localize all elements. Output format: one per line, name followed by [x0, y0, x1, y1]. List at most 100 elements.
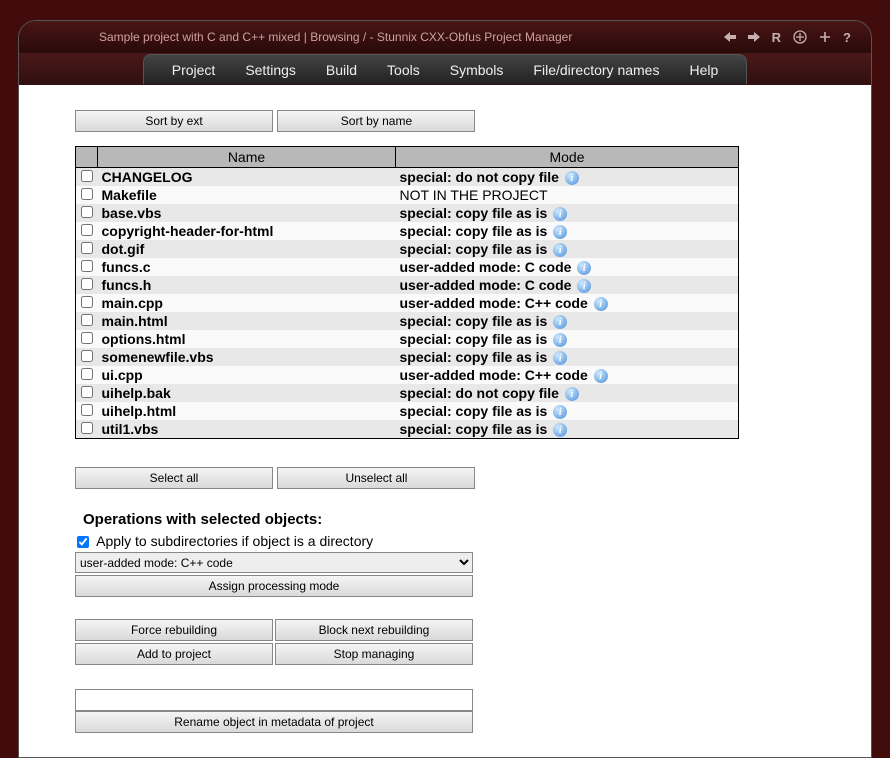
- info-icon[interactable]: i: [594, 369, 608, 383]
- info-icon[interactable]: i: [565, 171, 579, 185]
- table-row: MakefileNOT IN THE PROJECT: [76, 186, 739, 204]
- row-checkbox[interactable]: [81, 206, 93, 218]
- info-icon[interactable]: i: [553, 405, 567, 419]
- file-table: Name Mode CHANGELOGspecial: do not copy …: [75, 146, 739, 439]
- file-mode: special: do not copy file i: [396, 384, 739, 402]
- col-mode: Mode: [396, 147, 739, 168]
- info-icon[interactable]: i: [565, 387, 579, 401]
- info-icon[interactable]: i: [577, 261, 591, 275]
- assign-mode-button[interactable]: Assign processing mode: [75, 575, 473, 597]
- file-name: uihelp.html: [98, 402, 396, 420]
- menu-help[interactable]: Help: [689, 62, 718, 78]
- add-circle-icon[interactable]: [793, 30, 807, 44]
- forward-icon[interactable]: [748, 32, 760, 42]
- apply-subdirs-row: Apply to subdirectories if object is a d…: [75, 533, 815, 549]
- file-mode: special: copy file as is i: [396, 204, 739, 222]
- table-row: uihelp.bakspecial: do not copy file i: [76, 384, 739, 402]
- file-mode: user-added mode: C++ code i: [396, 366, 739, 384]
- row-checkbox[interactable]: [81, 188, 93, 200]
- rename-button[interactable]: Rename object in metadata of project: [75, 711, 473, 733]
- row-checkbox[interactable]: [81, 314, 93, 326]
- file-mode-text: special: copy file as is: [400, 241, 548, 257]
- row-checkbox[interactable]: [81, 386, 93, 398]
- menu-symbols[interactable]: Symbols: [450, 62, 504, 78]
- menu-build[interactable]: Build: [326, 62, 357, 78]
- info-icon[interactable]: i: [553, 243, 567, 257]
- file-mode-text: special: copy file as is: [400, 331, 548, 347]
- file-mode: special: copy file as is i: [396, 402, 739, 420]
- row-checkbox[interactable]: [81, 350, 93, 362]
- rename-input[interactable]: [75, 689, 473, 711]
- file-name: dot.gif: [98, 240, 396, 258]
- table-row: util1.vbsspecial: copy file as is i: [76, 420, 739, 439]
- row-checkbox[interactable]: [81, 368, 93, 380]
- table-row: funcs.cuser-added mode: C code i: [76, 258, 739, 276]
- file-mode-text: special: copy file as is: [400, 205, 548, 221]
- info-icon[interactable]: i: [553, 207, 567, 221]
- row-checkbox[interactable]: [81, 422, 93, 434]
- row-checkbox[interactable]: [81, 404, 93, 416]
- row-checkbox[interactable]: [81, 296, 93, 308]
- row-checkbox[interactable]: [81, 242, 93, 254]
- file-name: util1.vbs: [98, 420, 396, 439]
- file-name: main.cpp: [98, 294, 396, 312]
- info-icon[interactable]: i: [577, 279, 591, 293]
- table-row: base.vbsspecial: copy file as is i: [76, 204, 739, 222]
- apply-subdirs-label: Apply to subdirectories if object is a d…: [96, 533, 373, 549]
- file-name: funcs.c: [98, 258, 396, 276]
- col-checkbox: [76, 147, 98, 168]
- titlebar-controls: R ?: [724, 30, 851, 45]
- help-icon[interactable]: ?: [843, 30, 851, 45]
- row-checkbox[interactable]: [81, 278, 93, 290]
- row-checkbox[interactable]: [81, 224, 93, 236]
- file-mode: special: copy file as is i: [396, 222, 739, 240]
- file-mode: special: copy file as is i: [396, 330, 739, 348]
- info-icon[interactable]: i: [553, 351, 567, 365]
- reload-icon[interactable]: R: [772, 30, 781, 45]
- force-rebuilding-button[interactable]: Force rebuilding: [75, 619, 273, 641]
- apply-subdirs-checkbox[interactable]: [77, 536, 89, 548]
- menu-settings[interactable]: Settings: [245, 62, 296, 78]
- plus-icon[interactable]: [819, 31, 831, 43]
- info-icon[interactable]: i: [553, 315, 567, 329]
- block-next-rebuilding-button[interactable]: Block next rebuilding: [275, 619, 473, 641]
- add-to-project-button[interactable]: Add to project: [75, 643, 273, 665]
- menu-tools[interactable]: Tools: [387, 62, 420, 78]
- stop-managing-button[interactable]: Stop managing: [275, 643, 473, 665]
- row-checkbox[interactable]: [81, 170, 93, 182]
- file-mode: special: copy file as is i: [396, 312, 739, 330]
- file-mode-text: special: copy file as is: [400, 421, 548, 437]
- table-row: options.htmlspecial: copy file as is i: [76, 330, 739, 348]
- menubar-inner: Project Settings Build Tools Symbols Fil…: [143, 54, 748, 84]
- file-mode-text: user-added mode: C++ code: [400, 295, 588, 311]
- file-mode-text: special: do not copy file: [400, 385, 559, 401]
- file-mode: user-added mode: C code i: [396, 276, 739, 294]
- table-row: copyright-header-for-htmlspecial: copy f…: [76, 222, 739, 240]
- unselect-all-button[interactable]: Unselect all: [277, 467, 475, 489]
- processing-mode-select[interactable]: user-added mode: C++ code: [75, 552, 473, 573]
- file-mode: NOT IN THE PROJECT: [396, 186, 739, 204]
- info-icon[interactable]: i: [553, 423, 567, 437]
- table-row: somenewfile.vbsspecial: copy file as is …: [76, 348, 739, 366]
- sort-row: Sort by ext Sort by name: [75, 110, 815, 132]
- back-icon[interactable]: [724, 32, 736, 42]
- file-name: somenewfile.vbs: [98, 348, 396, 366]
- sort-by-ext-button[interactable]: Sort by ext: [75, 110, 273, 132]
- row-checkbox[interactable]: [81, 332, 93, 344]
- info-icon[interactable]: i: [553, 333, 567, 347]
- info-icon[interactable]: i: [553, 225, 567, 239]
- file-name: uihelp.bak: [98, 384, 396, 402]
- select-all-button[interactable]: Select all: [75, 467, 273, 489]
- table-row: main.htmlspecial: copy file as is i: [76, 312, 739, 330]
- file-name: copyright-header-for-html: [98, 222, 396, 240]
- menu-project[interactable]: Project: [172, 62, 216, 78]
- file-name: ui.cpp: [98, 366, 396, 384]
- sort-by-name-button[interactable]: Sort by name: [277, 110, 475, 132]
- row-checkbox[interactable]: [81, 260, 93, 272]
- action-grid: Force rebuilding Block next rebuilding A…: [75, 619, 815, 667]
- info-icon[interactable]: i: [594, 297, 608, 311]
- file-mode-text: special: copy file as is: [400, 403, 548, 419]
- file-mode-text: special: copy file as is: [400, 313, 548, 329]
- menu-file-directory-names[interactable]: File/directory names: [533, 62, 659, 78]
- file-mode: special: copy file as is i: [396, 420, 739, 439]
